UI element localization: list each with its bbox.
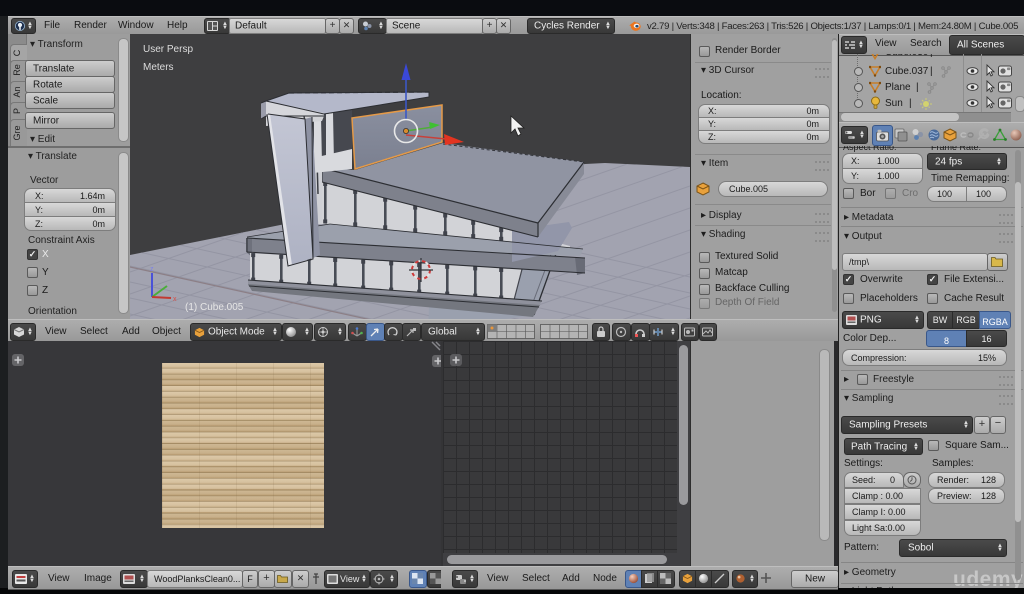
svg-text:Meters: Meters [143, 62, 174, 73]
svg-text:(1) Cube.005: (1) Cube.005 [185, 302, 244, 313]
svg-text:z: z [150, 266, 154, 273]
svg-text:User Persp: User Persp [143, 44, 193, 55]
svg-text:x: x [173, 296, 177, 303]
